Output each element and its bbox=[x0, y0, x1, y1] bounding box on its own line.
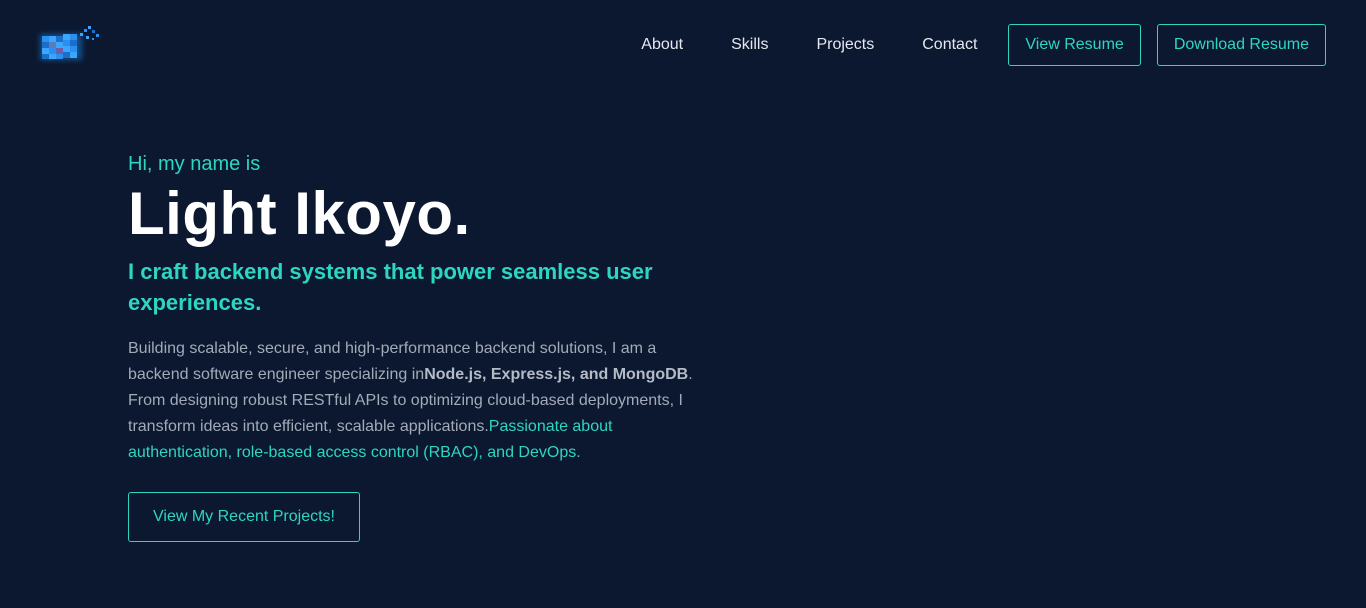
logo-icon[interactable] bbox=[36, 24, 100, 66]
top-nav: About Skills Projects Contact View Resum… bbox=[641, 24, 1326, 66]
nav-link-skills[interactable]: Skills bbox=[731, 36, 768, 54]
download-resume-button[interactable]: Download Resume bbox=[1156, 24, 1326, 66]
page: About Skills Projects Contact View Resum… bbox=[0, 0, 1366, 608]
nav-link-contact[interactable]: Contact bbox=[922, 36, 977, 54]
bio-tech-stack: Node.js, Express.js, and MongoDB bbox=[424, 366, 689, 383]
view-resume-button[interactable]: View Resume bbox=[1008, 24, 1141, 66]
hero-name: Light Ikoyo. bbox=[128, 180, 471, 247]
hero-bio: Building scalable, secure, and high-perf… bbox=[128, 336, 718, 466]
nav-link-about[interactable]: About bbox=[641, 36, 683, 54]
view-projects-button[interactable]: View My Recent Projects! bbox=[128, 492, 360, 542]
hero-greeting: Hi, my name is bbox=[128, 153, 261, 175]
hero-tagline: I craft backend systems that power seaml… bbox=[128, 259, 653, 315]
nav-link-projects[interactable]: Projects bbox=[816, 36, 874, 54]
hero-section: Hi, my name is Light Ikoyo. I craft back… bbox=[128, 150, 718, 542]
